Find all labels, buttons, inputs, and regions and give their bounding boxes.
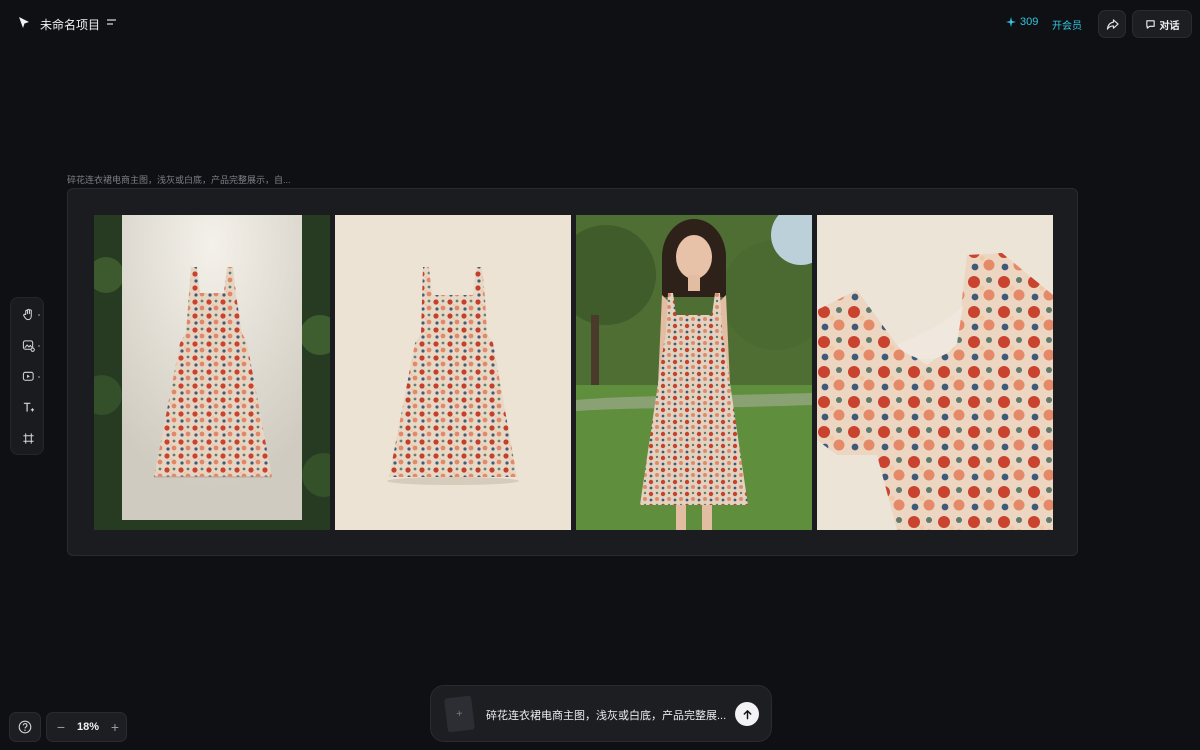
- generated-image[interactable]: [335, 215, 571, 530]
- image-generate-button[interactable]: [11, 332, 45, 358]
- generated-image[interactable]: [817, 215, 1053, 530]
- share-button[interactable]: [1098, 10, 1126, 38]
- hand-tool-button[interactable]: [11, 301, 45, 327]
- credits-balance[interactable]: 309: [1006, 16, 1038, 28]
- zoom-control: − 18% +: [46, 712, 127, 742]
- chat-button[interactable]: 对话: [1132, 10, 1192, 38]
- zoom-level[interactable]: 18%: [71, 721, 105, 733]
- hand-icon: [22, 308, 32, 320]
- model-in-park-image: [576, 215, 812, 530]
- help-button[interactable]: [9, 712, 41, 742]
- image-generate-icon: [22, 339, 35, 352]
- chat-bubble-icon: [1145, 19, 1155, 29]
- send-button[interactable]: [735, 702, 759, 726]
- prompt-input[interactable]: 碎花连衣裙电商主图，浅灰或白底，产品完整展...: [486, 707, 726, 723]
- vip-button[interactable]: 开会员: [1052, 17, 1082, 32]
- image-group-caption: 碎花连衣裙电商主图，浅灰或白底，产品完整展示，自...: [67, 175, 291, 185]
- text-tool-button[interactable]: [11, 394, 45, 420]
- image-group[interactable]: [67, 188, 1078, 556]
- video-generate-button[interactable]: [11, 363, 45, 389]
- plus-icon: +: [455, 707, 464, 721]
- zoom-in-button[interactable]: +: [105, 713, 125, 741]
- help-icon: [18, 720, 32, 734]
- cursor-logo-icon: [19, 17, 29, 28]
- arrow-up-icon: [743, 709, 751, 719]
- chat-button-label: 对话: [1159, 20, 1180, 32]
- credits-value: 309: [1020, 16, 1039, 28]
- prompt-bar: + 碎花连衣裙电商主图，浅灰或白底，产品完整展...: [430, 685, 772, 742]
- dress-flatlay-plain-image: [335, 215, 571, 530]
- dress-closeup-image: [817, 215, 1053, 530]
- sparkle-icon: [1006, 17, 1016, 27]
- generated-image[interactable]: [94, 215, 330, 530]
- video-generate-icon: [22, 371, 34, 381]
- text-icon: [23, 402, 34, 412]
- project-title[interactable]: 未命名项目: [40, 16, 100, 33]
- canvas-toolbar: [10, 297, 44, 455]
- share-icon: [1106, 18, 1119, 30]
- attach-reference-button[interactable]: +: [444, 695, 475, 733]
- frame-icon: [22, 432, 34, 444]
- zoom-out-button[interactable]: −: [51, 713, 71, 741]
- menu-icon[interactable]: [106, 17, 118, 29]
- dress-flatlay-garden-image: [94, 215, 330, 530]
- frame-tool-button[interactable]: [11, 425, 45, 451]
- generated-image[interactable]: [576, 215, 812, 530]
